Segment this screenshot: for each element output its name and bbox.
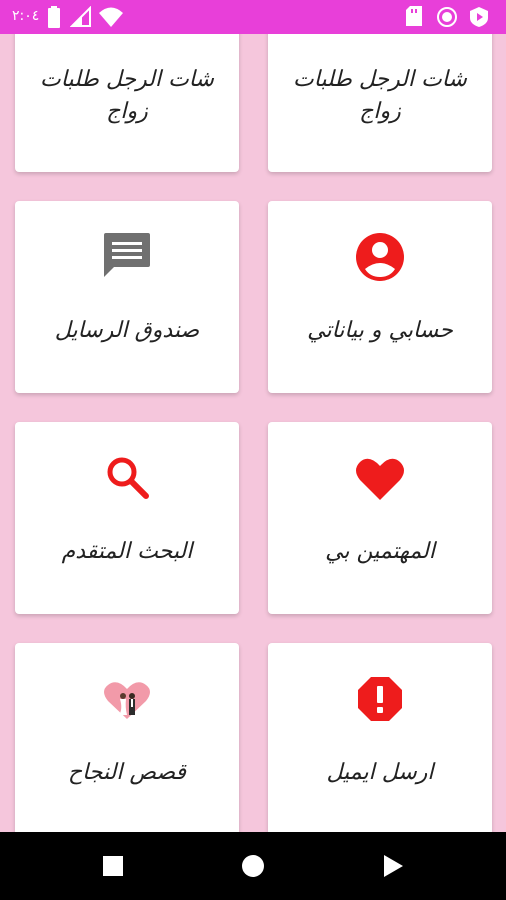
card-label: المهتمين بي xyxy=(325,539,435,564)
account-circle-icon xyxy=(356,233,404,281)
signal-icon xyxy=(70,6,91,27)
wifi-icon xyxy=(99,7,123,27)
card-label: حسابي و بياناتي xyxy=(307,318,453,343)
back-button[interactable] xyxy=(353,832,433,900)
card-label: البحث المتقدم xyxy=(61,539,193,564)
circle-icon xyxy=(242,855,264,877)
card-success-stories[interactable]: قصص النجاح xyxy=(15,643,239,832)
square-icon xyxy=(103,856,123,876)
card-interested-in-me[interactable]: المهتمين بي xyxy=(268,422,492,614)
card-label: صندوق الرسايل xyxy=(54,318,200,343)
play-shield-icon xyxy=(470,7,488,27)
card-my-account[interactable]: حسابي و بياناتي xyxy=(268,201,492,393)
record-icon xyxy=(437,7,457,27)
battery-icon xyxy=(48,6,60,28)
alert-octagon-icon xyxy=(358,677,402,721)
menu-grid: شات الرجل طلبات زواج شات الرجل طلبات زوا… xyxy=(0,34,506,832)
card-advanced-search[interactable]: البحث المتقدم xyxy=(15,422,239,614)
card-label: شات الرجل طلبات زواج xyxy=(40,67,214,124)
card-proposals-chat-left[interactable]: شات الرجل طلبات زواج xyxy=(15,34,239,172)
card-send-email[interactable]: ارسل ايميل xyxy=(268,643,492,832)
message-icon xyxy=(104,233,150,277)
card-label: شات الرجل طلبات زواج xyxy=(293,67,467,124)
navigation-bar xyxy=(0,832,506,900)
card-inbox[interactable]: صندوق الرسايل xyxy=(15,201,239,393)
search-icon xyxy=(107,457,149,499)
sd-card-icon xyxy=(406,6,422,26)
couple-heart-icon xyxy=(104,682,150,719)
card-label: قصص النجاح xyxy=(67,760,187,785)
heart-icon xyxy=(356,458,404,500)
recents-button[interactable] xyxy=(73,832,153,900)
card-proposals-chat-right[interactable]: شات الرجل طلبات زواج xyxy=(268,34,492,172)
status-bar: ٢:٠٤ xyxy=(0,0,506,34)
card-label: ارسل ايميل xyxy=(326,760,434,785)
triangle-icon xyxy=(384,855,403,877)
status-time: ٢:٠٤ xyxy=(12,8,40,24)
home-button[interactable] xyxy=(213,832,293,900)
